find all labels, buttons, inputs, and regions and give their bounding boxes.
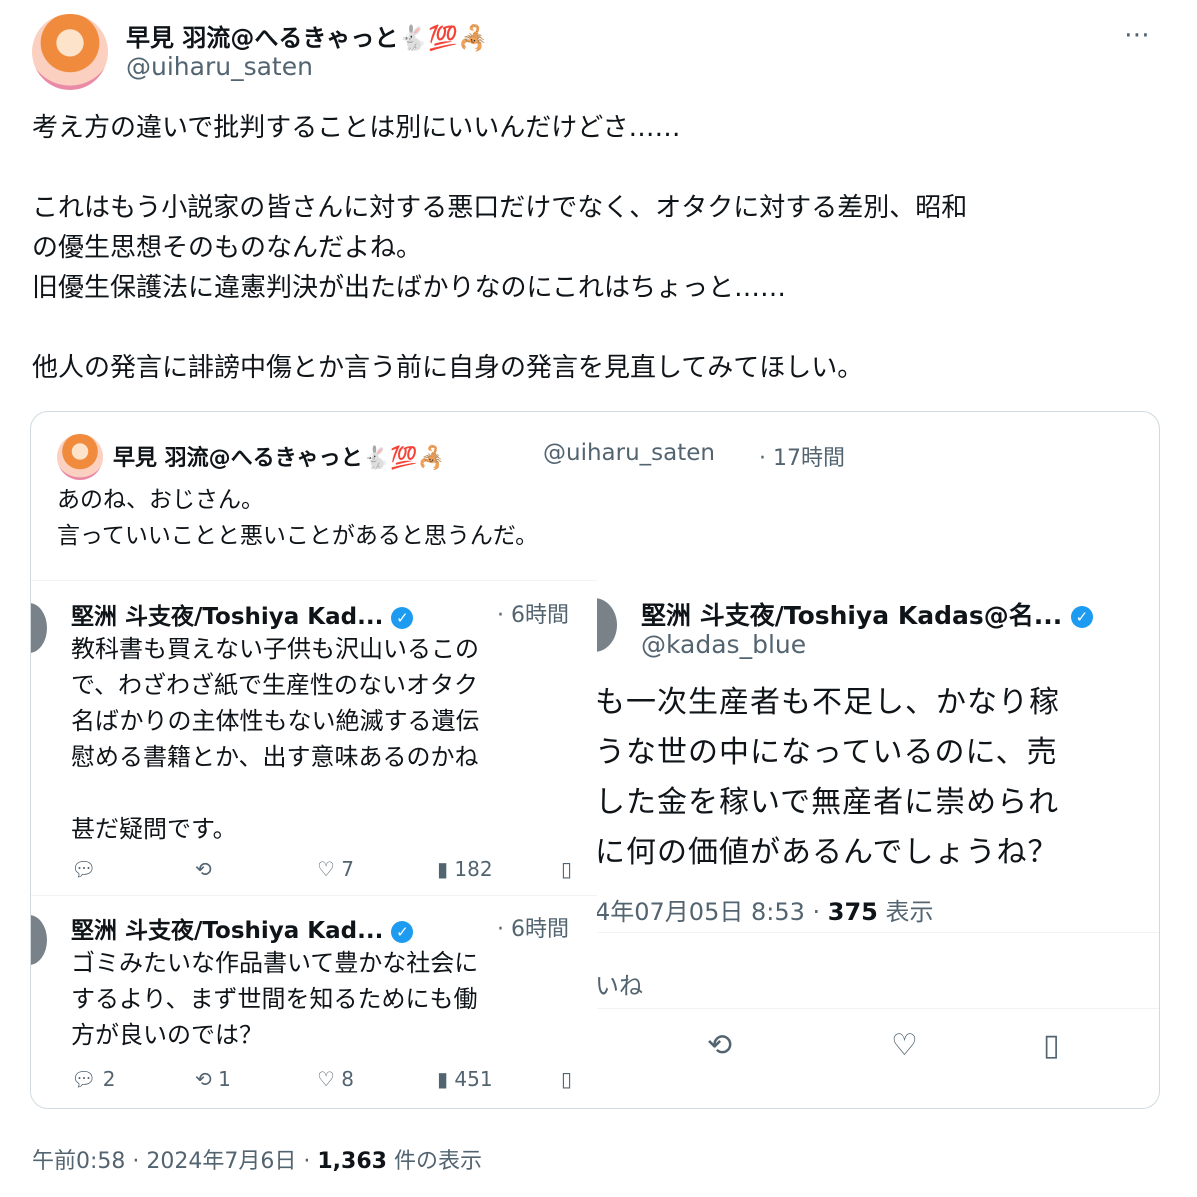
reply-icon: 💬︎ 2 (71, 1067, 116, 1091)
embedded-author-handle: @kadas_blue (641, 630, 807, 659)
embedded-author-name: 堅洲 斗支夜/Toshiya Kad... ✓ (71, 597, 414, 631)
views-icon: ▮ 451 (437, 1067, 493, 1091)
divider (597, 1008, 1159, 1009)
post-footer: 午前0:58 · 2024年7月6日 · 1,363 件の表示 (32, 1149, 482, 1174)
post-time[interactable]: 午前0:58 (32, 1149, 125, 1174)
bookmark-icon: ▯ (561, 1067, 573, 1091)
bookmark-icon: ▯ (561, 857, 573, 881)
views-count: 1,363 (317, 1149, 387, 1174)
author-avatar[interactable] (32, 14, 108, 90)
verified-badge-icon: ✓ (1070, 606, 1093, 628)
embedded-tweet-text: も一次生産者も不足し、かなり稼 うな世の中になっているのに、売 した金を稼いで無… (597, 685, 1060, 870)
post-line: 旧優生保護法に違憲判決が出たばかりなのにこれはちょっと…… (32, 273, 787, 303)
verified-badge-icon: ✓ (391, 920, 414, 943)
embedded-meta: 4年07月05日 8:53 · 375 表示 (597, 898, 934, 926)
heart-icon: ♡ 7 (317, 857, 355, 881)
embedded-author-name: 堅洲 斗支夜/Toshiya Kadas@名... ✓ (641, 596, 1093, 632)
post-line: 他人の発言に誹謗中傷とか言う前に自身の発言を見直してみてほしい。 (32, 353, 864, 383)
quoted-line: あのね、おじさん。 (57, 487, 264, 513)
quoted-post-text: あのね、おじさん。 言っていいことと悪いことがあると思うんだ。 (57, 482, 538, 554)
verified-badge-icon: ✓ (391, 606, 414, 629)
author-handle[interactable]: @uiharu_saten (126, 52, 313, 81)
embedded-actions: ⟲ ♡ ▯ (597, 1028, 1159, 1068)
embedded-screenshot-left: 堅洲 斗支夜/Toshiya Kad... ✓ · 6時間 教科書も買えない子供… (31, 580, 597, 1108)
quoted-author-handle: @uiharu_saten (543, 440, 715, 466)
post-line: の優生思想そのものなんだよね。 (32, 233, 423, 263)
retweet-icon: ⟲ 1 (195, 1067, 231, 1091)
post-date[interactable]: 2024年7月6日 (146, 1149, 296, 1174)
retweet-icon: ⟲ (707, 1028, 733, 1063)
divider (31, 895, 597, 896)
embedded-avatar (31, 915, 47, 965)
post-text: 考え方の違いで批判することは別にいいんだけどさ…… これはもう小説家の皆さんに対… (32, 108, 1172, 388)
heart-icon: ♡ (891, 1028, 918, 1063)
views-icon: ▮ 182 (437, 857, 493, 881)
author-name[interactable]: 早見 羽流@へるきゃっと🐇💯🦂 (126, 18, 488, 53)
embedded-time: · 6時間 (497, 917, 569, 942)
retweet-icon: ⟲ (195, 857, 212, 881)
embedded-actions: 💬︎ 2 ⟲ 1 ♡ 8 ▮ 451 ▯ (71, 1067, 591, 1097)
embedded-likes-text: いね (597, 972, 643, 1000)
embedded-author-name: 堅洲 斗支夜/Toshiya Kad... ✓ (71, 911, 414, 945)
embedded-avatar (597, 598, 617, 652)
embedded-time: · 6時間 (497, 603, 569, 628)
quoted-author-name: 早見 羽流@へるきゃっと🐇💯🦂 (113, 446, 445, 471)
quoted-post-card[interactable]: 早見 羽流@へるきゃっと🐇💯🦂 @uiharu_saten · 17時間 あのね… (30, 411, 1160, 1109)
views-label: 件の表示 (393, 1149, 482, 1174)
embedded-tweet-text: ゴミみたいな作品書いて豊かな社会に するより、まず世間を知るためにも働 方が良い… (71, 949, 479, 1049)
embedded-tweet-text: 教科書も買えない子供も沢山いるこの で、わざわざ紙で生産性のないオタク 名ばかり… (71, 635, 480, 843)
heart-icon: ♡ 8 (317, 1067, 355, 1091)
quoted-line: 言っていいことと悪いことがあると思うんだ。 (57, 523, 539, 549)
more-options-icon[interactable]: ⋯ (1124, 20, 1151, 50)
divider (597, 932, 1159, 933)
post-line: これはもう小説家の皆さんに対する悪口だけでなく、オタクに対する差別、昭和 (32, 193, 968, 223)
embedded-actions: 💬︎ ⟲ ♡ 7 ▮ 182 ▯ (71, 857, 591, 887)
post-line: 考え方の違いで批判することは別にいいんだけどさ…… (32, 113, 681, 143)
quoted-author-avatar (57, 434, 103, 480)
reply-icon: 💬︎ (71, 857, 97, 881)
quoted-post-time: · 17時間 (759, 446, 845, 471)
embedded-avatar (31, 603, 47, 653)
bookmark-icon: ▯ (1043, 1028, 1060, 1063)
embedded-screenshot-right: 堅洲 斗支夜/Toshiya Kadas@名... ✓ @kadas_blue … (597, 580, 1159, 1108)
